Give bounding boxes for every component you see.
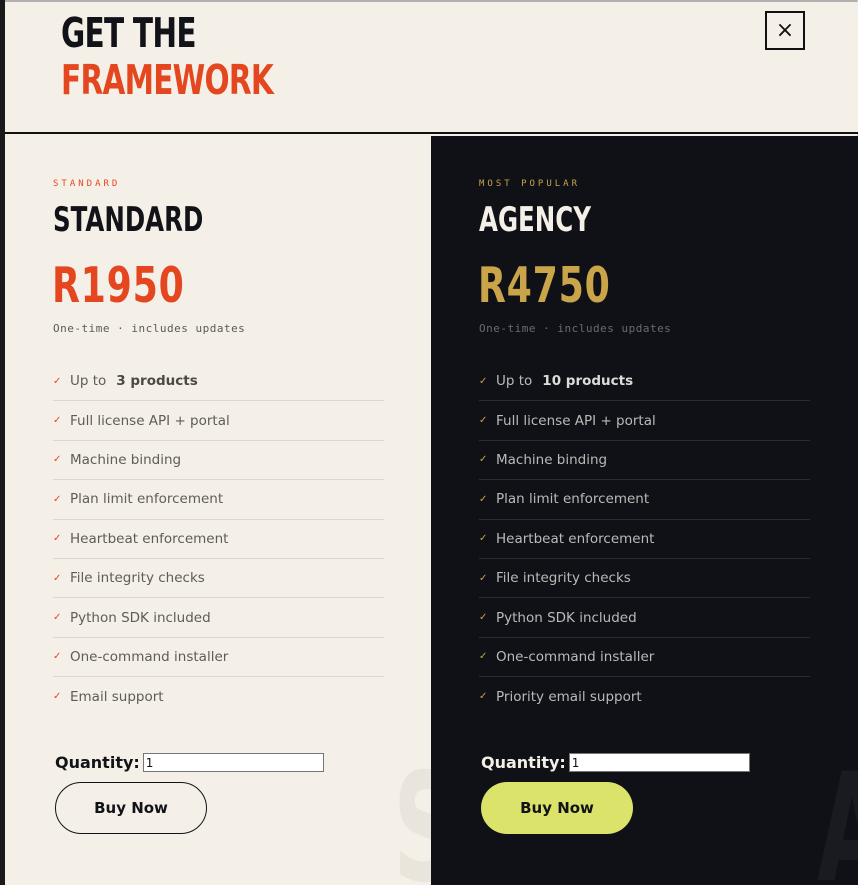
feature-item: ✓ Priority email support (479, 677, 810, 716)
quantity-row: Quantity: (481, 753, 750, 772)
check-icon: ✓ (53, 454, 62, 466)
plan-price-note: One-time · includes updates (53, 322, 246, 335)
feature-item: ✓ Python SDK included (53, 598, 384, 638)
feature-label: Full license API + portal (70, 412, 230, 429)
feature-label: Heartbeat enforcement (496, 530, 655, 547)
quantity-label: Quantity: (481, 753, 566, 772)
feature-label: Priority email support (496, 688, 642, 705)
check-icon: ✓ (53, 651, 62, 663)
feature-item: ✓ Plan limit enforcement (479, 480, 810, 520)
quantity-input[interactable] (568, 753, 750, 772)
check-icon: ✓ (479, 415, 488, 427)
feature-item: ✓ File integrity checks (53, 559, 384, 599)
buy-now-button[interactable]: Buy Now (481, 782, 633, 834)
close-icon: × (775, 18, 795, 43)
feature-label: Up to (496, 373, 533, 390)
feature-item: ✓ Up to 10 products (479, 362, 810, 402)
feature-label: Python SDK included (70, 609, 211, 626)
check-icon: ✓ (479, 612, 488, 624)
check-icon: ✓ (479, 651, 488, 663)
check-icon: ✓ (53, 375, 62, 387)
quantity-label: Quantity: (55, 753, 140, 772)
feature-label: One-command installer (70, 648, 229, 665)
check-icon: ✓ (479, 533, 488, 545)
close-button[interactable]: × (765, 11, 805, 50)
feature-label: File integrity checks (496, 570, 631, 587)
title-line-2: FRAMEWORK (61, 56, 274, 104)
feature-list: ✓ Up to 3 products ✓ Full license API + por… (53, 362, 384, 717)
feature-label: Plan limit enforcement (496, 491, 650, 508)
title-line-1: GET THE (61, 9, 197, 57)
feature-item: ✓ Full license API + portal (479, 401, 810, 441)
plan-eyebrow: STANDARD (53, 179, 121, 189)
plan-card-agency: A MOST POPULAR AGENCY R4750 One-time · i… (431, 136, 858, 885)
feature-value: 3 products (116, 373, 198, 390)
feature-label: Email support (70, 688, 164, 705)
feature-label: One-command installer (496, 648, 655, 665)
plan-watermark: S (393, 754, 431, 885)
plan-price: R1950 (52, 257, 185, 314)
feature-label: Heartbeat enforcement (70, 530, 229, 547)
check-icon: ✓ (479, 454, 488, 466)
feature-item: ✓ One-command installer (479, 638, 810, 678)
quantity-input[interactable] (142, 753, 324, 772)
feature-item: ✓ Heartbeat enforcement (53, 520, 384, 559)
plan-watermark: A (817, 754, 858, 885)
plan-name: AGENCY (479, 200, 591, 240)
feature-label: Python SDK included (496, 609, 637, 626)
feature-item: ✓ Python SDK included (479, 598, 810, 638)
plan-name: STANDARD (53, 200, 204, 240)
feature-item: ✓ Machine binding (53, 441, 384, 481)
plan-eyebrow: MOST POPULAR (479, 179, 581, 189)
feature-list: ✓ Up to 10 products ✓ Full license API + po… (479, 362, 810, 717)
feature-label: Up to (70, 373, 107, 390)
check-icon: ✓ (53, 415, 62, 427)
feature-label: Plan limit enforcement (70, 491, 224, 508)
plan-price-note: One-time · includes updates (479, 322, 672, 335)
buy-now-button[interactable]: Buy Now (55, 782, 207, 834)
feature-item: ✓ Plan limit enforcement (53, 480, 384, 520)
feature-item: ✓ Email support (53, 677, 384, 716)
feature-label: Machine binding (70, 451, 182, 468)
check-icon: ✓ (53, 493, 62, 505)
feature-item: ✓ File integrity checks (479, 559, 810, 599)
check-icon: ✓ (53, 691, 62, 703)
feature-value: 10 products (542, 373, 634, 390)
check-icon: ✓ (479, 493, 488, 505)
quantity-row: Quantity: (55, 753, 324, 772)
check-icon: ✓ (479, 691, 488, 703)
feature-label: Machine binding (496, 451, 608, 468)
feature-label: Full license API + portal (496, 412, 656, 429)
feature-item: ✓ Up to 3 products (53, 362, 384, 402)
plan-price: R4750 (478, 257, 611, 314)
modal-header: GET THE FRAMEWORK × (5, 2, 858, 134)
feature-item: ✓ Heartbeat enforcement (479, 520, 810, 559)
feature-item: ✓ Machine binding (479, 441, 810, 481)
check-icon: ✓ (53, 612, 62, 624)
check-icon: ✓ (479, 572, 488, 584)
feature-item: ✓ One-command installer (53, 638, 384, 678)
plan-card-standard: S STANDARD STANDARD R1950 One-time · inc… (5, 136, 431, 885)
check-icon: ✓ (53, 533, 62, 545)
feature-item: ✓ Full license API + portal (53, 401, 384, 441)
check-icon: ✓ (53, 572, 62, 584)
feature-label: File integrity checks (70, 570, 205, 587)
check-icon: ✓ (479, 375, 488, 387)
modal-title: GET THE FRAMEWORK (61, 9, 274, 104)
